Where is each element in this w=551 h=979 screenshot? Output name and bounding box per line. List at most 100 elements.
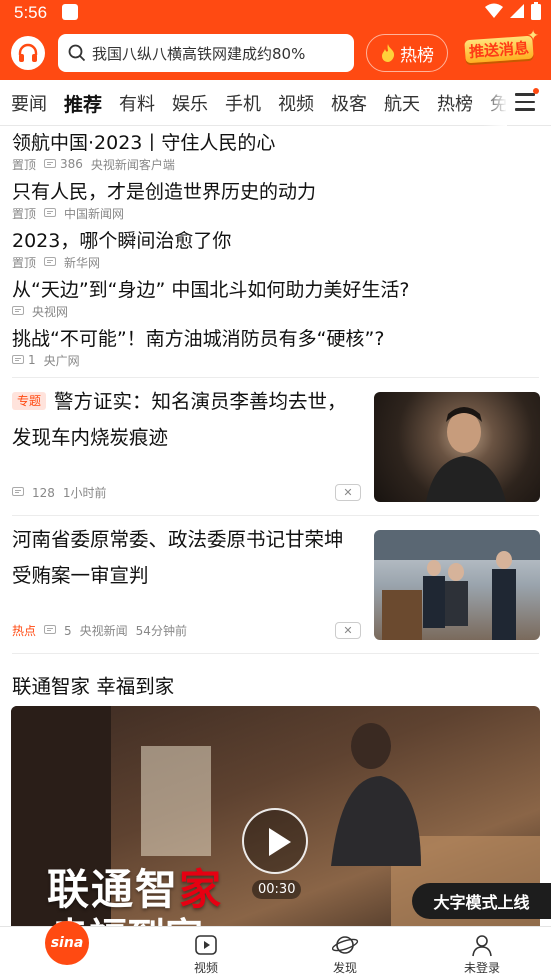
- flame-icon: [382, 44, 395, 62]
- top-bar: 我国八纵八横高铁网建成约80% 热榜 推送消息 ✦: [0, 26, 551, 80]
- headline-title: 从“天边”到“身边” 中国北斗如何助力美好生活?: [12, 279, 410, 301]
- card-thumbnail: [374, 530, 540, 640]
- nav-discover[interactable]: 发现: [305, 931, 385, 976]
- headline-meta: 置顶 新华网: [12, 254, 542, 270]
- tab-list: 要闻 推荐 有料 娱乐 手机 视频 极客 航天 热榜 免: [0, 80, 506, 126]
- planet-icon: [331, 936, 359, 954]
- card-time: 1小时前: [62, 486, 107, 500]
- divider: [12, 515, 539, 516]
- tab-aerospace[interactable]: 航天: [384, 90, 420, 116]
- pinned-label: 置顶: [12, 255, 37, 270]
- hot-list-label: 热榜: [400, 45, 434, 66]
- user-icon: [472, 935, 492, 957]
- search-icon: [68, 44, 86, 62]
- list-item[interactable]: 领航中国·2023丨守住人民的心 置顶 386 央视新闻客户端: [12, 130, 542, 172]
- divider: [12, 377, 539, 378]
- channel-tabs: 要闻 推荐 有料 娱乐 手机 视频 极客 航天 热榜 免: [0, 80, 551, 126]
- comment-icon: [44, 207, 57, 217]
- signal-icon: [510, 4, 524, 18]
- tab-recommend[interactable]: 推荐: [64, 90, 102, 117]
- source-label: 央视新闻: [79, 624, 128, 638]
- system-icons: [485, 2, 541, 20]
- headline-meta: 1 央广网: [12, 352, 542, 368]
- nav-account[interactable]: 未登录: [442, 931, 522, 976]
- search-input[interactable]: 我国八纵八横高铁网建成约80%: [58, 34, 354, 72]
- list-item[interactable]: 从“天边”到“身边” 中国北斗如何助力美好生活? 央视网: [12, 277, 542, 319]
- battery-icon: [531, 2, 541, 20]
- comment-icon: [44, 158, 57, 168]
- person-figure: [426, 407, 506, 502]
- nav-video[interactable]: 视频: [166, 931, 246, 976]
- tab-fade: [483, 80, 507, 126]
- source-label: 中国新闻网: [64, 206, 125, 221]
- headline-title: 2023，哪个瞬间治愈了你: [12, 230, 232, 252]
- large-font-mode-toast[interactable]: 大字模式上线: [412, 883, 551, 919]
- topic-tag: 专题: [12, 392, 47, 410]
- bottom-nav: sina 视频 发现 未登录: [0, 921, 551, 979]
- comment-icon: [12, 305, 24, 315]
- card-meta: 热点 5 央视新闻 54分钟前: [12, 622, 187, 639]
- comment-count-value: 128: [32, 485, 55, 500]
- source-label: 新华网: [64, 255, 101, 270]
- comment-count-value: 5: [64, 623, 72, 638]
- ad-title[interactable]: 联通智家 幸福到家: [12, 670, 174, 699]
- tab-yaowen[interactable]: 要闻: [11, 90, 47, 116]
- bell-icon: ✦: [527, 28, 539, 44]
- headline-title: 挑战“不可能”！南方油城消防员有多“硬核”?: [12, 328, 385, 350]
- pinned-label: 置顶: [12, 157, 37, 172]
- headline-title: 领航中国·2023丨守住人民的心: [12, 132, 276, 154]
- tab-youliao[interactable]: 有料: [119, 90, 155, 116]
- list-item[interactable]: 只有人民，才是创造世界历史的动力 置顶 中国新闻网: [12, 179, 542, 221]
- search-placeholder: 我国八纵八横高铁网建成约80%: [92, 44, 306, 63]
- comment-icon: [12, 487, 24, 496]
- status-bar: 5:56: [0, 0, 551, 26]
- headline-title: 只有人民，才是创造世界历史的动力: [12, 181, 317, 203]
- comment-count: [12, 305, 24, 317]
- comment-count: 1: [12, 353, 36, 367]
- tab-mobile[interactable]: 手机: [225, 90, 261, 116]
- video-icon: [195, 935, 217, 955]
- headphone-button[interactable]: [11, 36, 45, 70]
- card-time: 54分钟前: [135, 624, 187, 638]
- tab-entertainment[interactable]: 娱乐: [172, 90, 208, 116]
- comment-count-value: 1: [28, 353, 36, 367]
- headline-meta: 置顶 386 央视新闻客户端: [12, 156, 542, 172]
- hot-list-button[interactable]: 热榜: [366, 34, 448, 72]
- comment-count: [44, 256, 57, 268]
- headline-meta: 央视网: [12, 303, 542, 319]
- comment-icon: [44, 256, 57, 266]
- play-button[interactable]: [242, 808, 308, 874]
- status-time: 5:56: [14, 3, 48, 22]
- nav-video-label: 视频: [193, 961, 218, 975]
- tab-geek[interactable]: 极客: [331, 90, 367, 116]
- tab-hot[interactable]: 热榜: [437, 90, 473, 116]
- channel-menu-icon[interactable]: [515, 93, 535, 111]
- comment-icon: [12, 354, 24, 364]
- comment-icon: [44, 625, 57, 634]
- wifi-icon: [485, 3, 503, 18]
- card-thumbnail: [374, 392, 540, 502]
- source-label: 央视网: [32, 304, 69, 319]
- headline-meta: 置顶 中国新闻网: [12, 205, 542, 221]
- card-title: 河南省委原常委、政法委原书记甘荣坤受贿案一审宣判: [12, 528, 344, 587]
- news-feed: 领航中国·2023丨守住人民的心 置顶 386 央视新闻客户端 只有人民，才是创…: [0, 126, 551, 926]
- list-item[interactable]: 2023，哪个瞬间治愈了你 置顶 新华网: [12, 228, 542, 270]
- source-label: 央广网: [43, 353, 80, 368]
- comment-count: [44, 207, 57, 219]
- tab-video[interactable]: 视频: [278, 90, 314, 116]
- news-card[interactable]: 专题 警方证实：知名演员李善均去世，发现车内烧炭痕迹 128 1小时前 ✕: [0, 384, 551, 516]
- nav-discover-label: 发现: [332, 961, 357, 975]
- news-card[interactable]: 河南省委原常委、政法委原书记甘荣坤受贿案一审宣判 热点 5 央视新闻 54分钟前…: [0, 522, 551, 654]
- video-duration: 00:30: [252, 880, 302, 899]
- divider: [12, 653, 539, 654]
- dismiss-button[interactable]: ✕: [335, 484, 361, 501]
- home-logo-button[interactable]: sina: [45, 921, 89, 965]
- push-message-button[interactable]: 推送消息 ✦: [461, 28, 539, 72]
- headphone-icon: [18, 43, 38, 62]
- nav-account-label: 未登录: [463, 961, 500, 975]
- card-meta: 128 1小时前: [12, 484, 107, 501]
- list-item[interactable]: 挑战“不可能”！南方油城消防员有多“硬核”? 1 央广网: [12, 326, 542, 368]
- push-message-label: 推送消息: [464, 35, 534, 64]
- courtroom-figure: [374, 530, 540, 640]
- dismiss-button[interactable]: ✕: [335, 622, 361, 639]
